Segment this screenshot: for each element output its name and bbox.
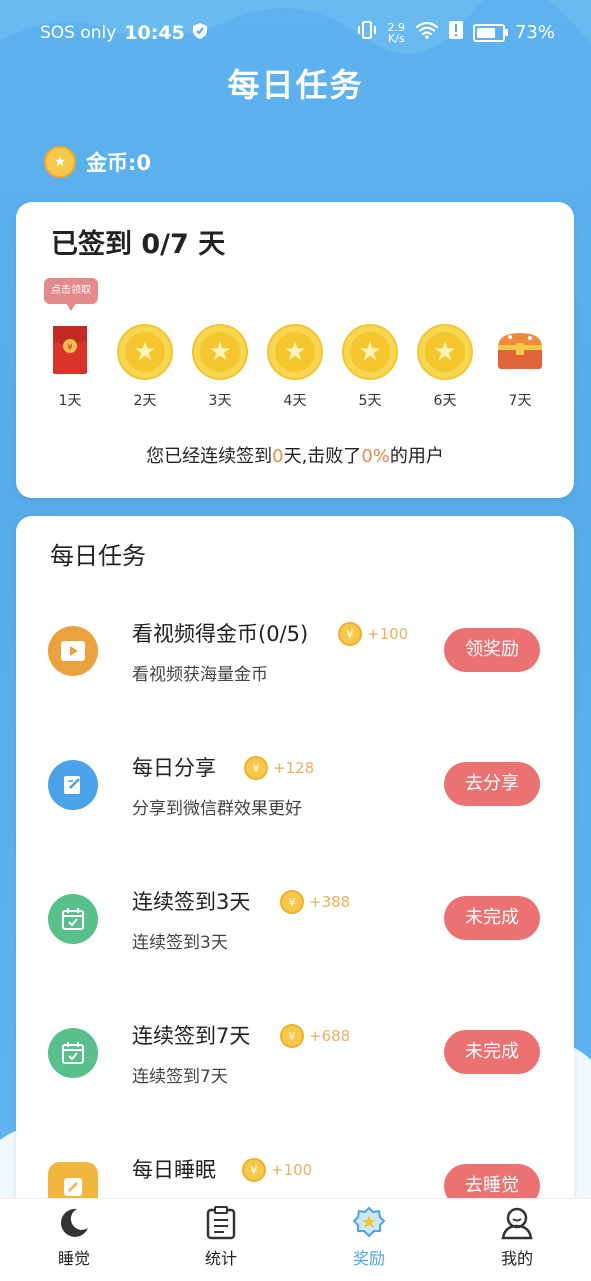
page-title: 每日任务 xyxy=(227,66,364,104)
award-star-icon xyxy=(352,1206,386,1244)
task-reward: ¥ +100 xyxy=(338,622,408,646)
task-reward: ¥ +128 xyxy=(244,756,314,780)
tab-mine[interactable]: 我的 xyxy=(467,1205,567,1269)
task-reward: ¥ +688 xyxy=(280,1024,350,1048)
vibrate-icon xyxy=(357,20,377,45)
yen-coin-icon: ¥ xyxy=(280,890,304,914)
task-desc: 分享到微信群效果更好 xyxy=(132,799,302,819)
task-desc: 看视频获海量金币 xyxy=(132,665,268,685)
shield-icon xyxy=(192,22,207,44)
task-name: 连续签到3天 xyxy=(132,890,251,914)
clock: 10:45 xyxy=(124,22,185,44)
star-coin-icon: ★ xyxy=(267,324,323,380)
task-reward: ¥ +388 xyxy=(280,890,350,914)
tab-rewards[interactable]: 奖励 xyxy=(319,1205,419,1269)
tab-statistics[interactable]: 统计 xyxy=(171,1205,271,1269)
tab-label: 睡觉 xyxy=(57,1249,90,1268)
signin-day-2: ★ 2天 xyxy=(110,324,180,410)
bottom-tab-bar: z 睡觉 统计 奖励 我的 xyxy=(0,1198,591,1281)
signin-day-label: 7天 xyxy=(508,393,532,409)
alert-icon xyxy=(448,21,463,44)
status-bar: SOS only 10:45 2.9 K/s 73% xyxy=(0,0,591,66)
video-play-icon xyxy=(48,626,98,676)
task-reward-value: +100 xyxy=(271,1161,313,1179)
signin-day-1[interactable]: ¥ 1天 xyxy=(35,324,105,410)
signin-day-7: 7天 xyxy=(485,324,555,410)
task-name: 连续签到7天 xyxy=(132,1024,251,1048)
task-reward-value: +388 xyxy=(309,893,351,911)
wifi-icon xyxy=(415,21,439,44)
signin-day-label: 2天 xyxy=(133,393,157,409)
signin-day-5: ★ 5天 xyxy=(335,324,405,410)
red-envelope-icon: ¥ xyxy=(53,326,87,378)
tab-sleep[interactable]: z 睡觉 xyxy=(24,1205,124,1269)
task-row: 每日分享 ¥ +128 分享到微信群效果更好 去分享 xyxy=(16,734,574,834)
claim-tooltip[interactable]: 点击领取 xyxy=(44,278,98,311)
task-reward-value: +100 xyxy=(367,625,409,643)
streak-prefix: 您已经连续签到 xyxy=(146,446,273,467)
speed-unit: K/s xyxy=(387,31,405,45)
signin-day-label: 4天 xyxy=(283,393,307,409)
streak-summary: 您已经连续签到0天,击败了0%的用户 xyxy=(16,442,574,468)
share-note-icon xyxy=(48,760,98,810)
svg-text:z: z xyxy=(78,1216,84,1230)
signin-day-6: ★ 6天 xyxy=(410,324,480,410)
task-row: 看视频得金币(0/5) ¥ +100 看视频获海量金币 领奖励 xyxy=(16,600,574,700)
yen-coin-icon: ¥ xyxy=(244,756,268,780)
star-coin-icon: ★ xyxy=(417,324,473,380)
streak-days: 0 xyxy=(272,446,284,467)
task-desc: 连续签到7天 xyxy=(132,1067,228,1087)
calendar-check-icon xyxy=(48,894,98,944)
incomplete-button[interactable]: 未完成 xyxy=(444,1030,540,1074)
battery-icon xyxy=(472,23,508,42)
task-row: 连续签到3天 ¥ +388 连续签到3天 未完成 xyxy=(16,868,574,968)
streak-percent: 0% xyxy=(361,446,390,467)
streak-mid: 天,击败了 xyxy=(283,446,362,467)
signin-day-3: ★ 3天 xyxy=(185,324,255,410)
task-name: 每日分享 xyxy=(132,756,216,780)
coin-balance: ★ 金币:0 xyxy=(44,146,151,178)
signin-day-label: 6天 xyxy=(433,393,457,409)
task-desc: 连续签到3天 xyxy=(132,933,228,953)
signin-heading: 已签到 0/7 天 xyxy=(51,229,226,260)
task-name: 每日睡眠 xyxy=(132,1158,216,1182)
signin-day-label: 5天 xyxy=(358,393,382,409)
streak-suffix: 的用户 xyxy=(389,446,444,467)
calendar-check-icon xyxy=(48,1028,98,1078)
tab-label: 我的 xyxy=(500,1249,533,1268)
battery-fill xyxy=(476,27,495,38)
signin-day-4: ★ 4天 xyxy=(260,324,330,410)
yen-coin-icon: ¥ xyxy=(242,1158,266,1182)
task-reward-value: +688 xyxy=(309,1027,351,1045)
star-coin-icon: ★ xyxy=(342,324,398,380)
tab-label: 奖励 xyxy=(352,1249,385,1268)
task-row: 连续签到7天 ¥ +688 连续签到7天 未完成 xyxy=(16,1002,574,1102)
star-coin-icon: ★ xyxy=(192,324,248,380)
star-coin-icon: ★ xyxy=(117,324,173,380)
task-reward-value: +128 xyxy=(273,759,315,777)
coin-icon: ★ xyxy=(44,146,76,178)
moon-icon: z xyxy=(57,1206,91,1244)
carrier-text: SOS only xyxy=(40,23,117,43)
share-button[interactable]: 去分享 xyxy=(444,762,540,806)
signin-card: 已签到 0/7 天 点击领取 ¥ 1天 ★ 2天 ★ 3天 ★ 4天 ★ 5天 … xyxy=(16,202,574,498)
task-name: 看视频得金币(0/5) xyxy=(132,622,309,646)
tasks-heading: 每日任务 xyxy=(50,542,146,570)
user-icon xyxy=(500,1206,534,1244)
coin-balance-label: 金币:0 xyxy=(86,151,152,175)
tab-label: 统计 xyxy=(204,1249,237,1268)
yen-coin-icon: ¥ xyxy=(338,622,362,646)
network-speed: 2.9 K/s xyxy=(387,22,405,44)
claim-reward-button[interactable]: 领奖励 xyxy=(444,628,540,672)
clipboard-icon xyxy=(206,1206,236,1244)
task-reward: ¥ +100 xyxy=(242,1158,312,1182)
svg-text:¥: ¥ xyxy=(67,343,73,353)
battery-percent: 73% xyxy=(514,22,555,43)
signin-day-label: 3天 xyxy=(208,393,232,409)
daily-tasks-card: 每日任务 看视频得金币(0/5) ¥ +100 看视频获海量金币 领奖励 每日分享… xyxy=(16,516,574,1236)
signin-day-label: 1天 xyxy=(58,393,82,409)
incomplete-button[interactable]: 未完成 xyxy=(444,896,540,940)
treasure-chest-icon xyxy=(496,329,544,375)
yen-coin-icon: ¥ xyxy=(280,1024,304,1048)
